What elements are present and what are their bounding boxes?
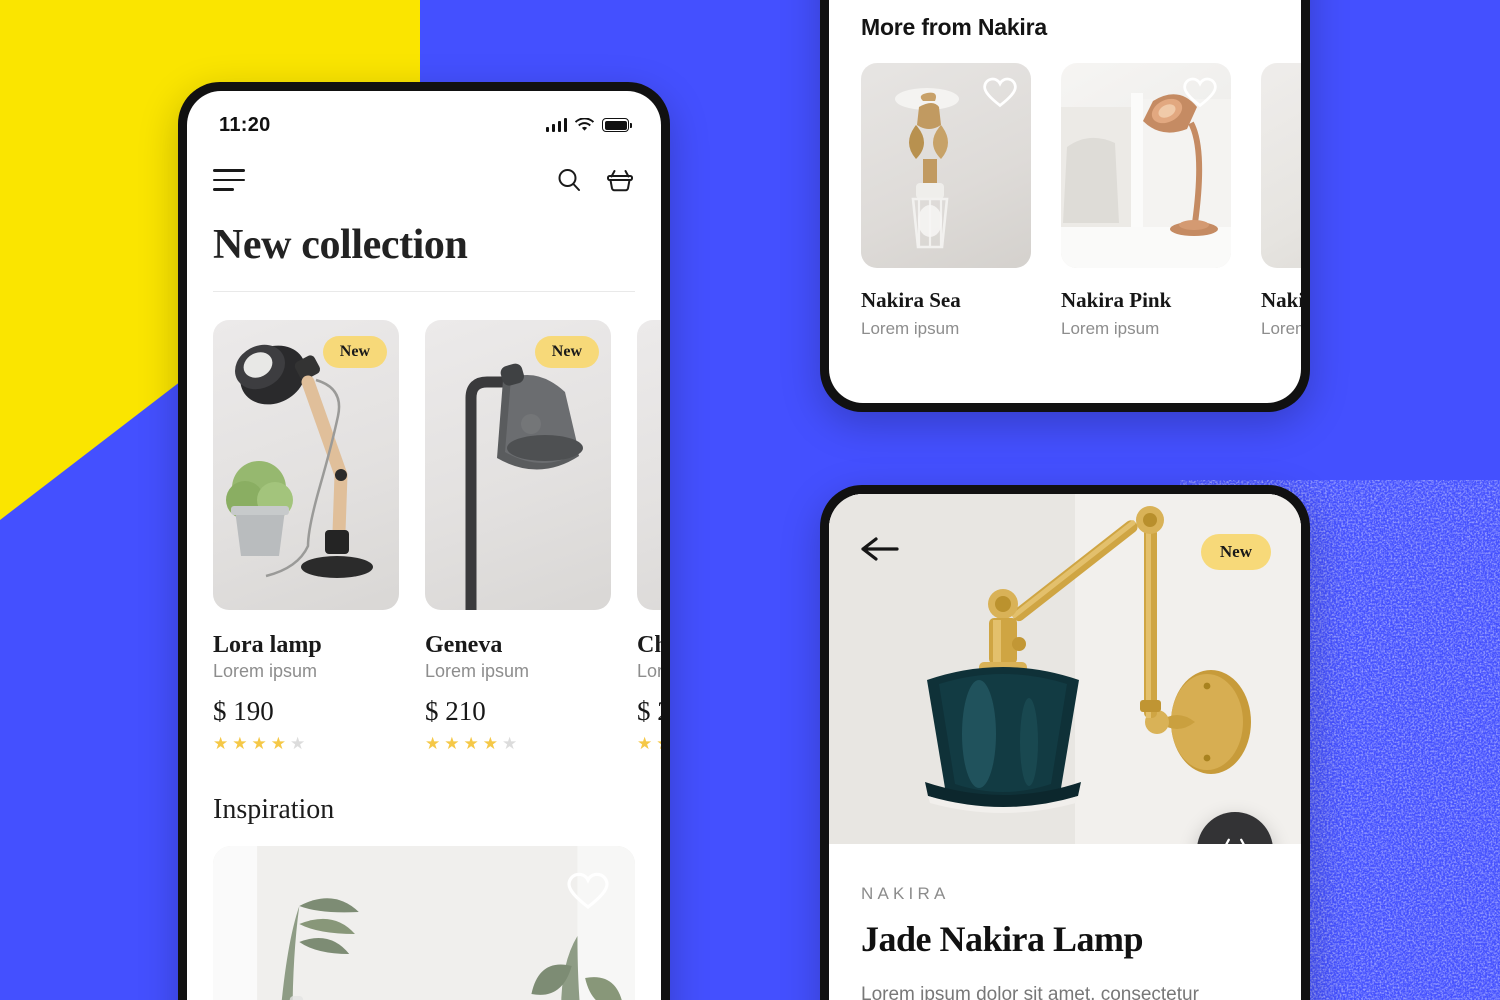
status-badge: New [322, 336, 387, 368]
star-icon: ★ [290, 734, 306, 753]
more-from-screen: More from Nakira Nakira Sea Lorem ipsum … [829, 0, 1301, 403]
product-detail-screen: New NAKIRA Jade Nakira Lamp Lorem ipsum … [829, 494, 1301, 1000]
star-icon: ★ [270, 734, 286, 753]
star-icon: ★ [656, 735, 661, 752]
page-title: New collection [213, 222, 468, 268]
star-icon: ★ [251, 734, 267, 753]
product-card[interactable]: New Geneva Lorem ipsum $ 210 ★ ★ ★ ★ ★ [425, 320, 611, 752]
star-icon: ★ [463, 734, 479, 753]
phone-more-from-screen: More from Nakira Nakira Sea Lorem ipsum … [820, 0, 1310, 412]
product-image[interactable]: New [213, 320, 399, 610]
brand-label: NAKIRA [861, 884, 950, 903]
app-bar-actions [555, 166, 635, 194]
product-image[interactable]: New [425, 320, 611, 610]
status-icons [545, 118, 632, 132]
inspiration-image[interactable] [213, 846, 635, 1000]
product-card[interactable]: Christine Lorem ipsum $ 210 ★★★★★ [637, 320, 661, 752]
detail-hero-image: New [829, 494, 1301, 844]
product-name: Lora lamp [213, 632, 322, 658]
rating-stars: ★★★★★ [425, 735, 611, 752]
product-price: $ 210 [637, 696, 661, 726]
item-name: Nakira Pink [1061, 288, 1172, 312]
product-card[interactable]: New Lora lamp Lorem ipsum $ 190 ★ ★ ★ ★ … [213, 320, 399, 752]
basket-icon[interactable] [605, 166, 635, 194]
phone-detail-screen: New NAKIRA Jade Nakira Lamp Lorem ipsum … [820, 485, 1310, 1000]
star-icon: ★ [213, 734, 229, 753]
home-content: New collection New Lora lamp Lorem ipsum… [187, 221, 661, 1000]
item-subtitle: Lorem ipsum [1061, 319, 1160, 338]
wifi-icon [575, 118, 594, 131]
item-subtitle: Lorem ipsum [1261, 319, 1301, 338]
star-icon: ★ [425, 734, 441, 753]
detail-content: NAKIRA Jade Nakira Lamp Lorem ipsum dolo… [829, 844, 1301, 1000]
item-subtitle: Lorem ipsum [861, 319, 960, 338]
product-rail[interactable]: New Lora lamp Lorem ipsum $ 190 ★ ★ ★ ★ … [213, 320, 661, 752]
product-subtitle: Lorem ipsum [213, 661, 318, 681]
status-badge: New [534, 336, 599, 368]
status-time: 11:20 [219, 113, 271, 136]
status-bar: 11:20 [187, 91, 661, 147]
heart-outline-icon[interactable] [567, 872, 609, 910]
heart-outline-icon[interactable] [1183, 77, 1217, 108]
item-image[interactable] [1261, 63, 1301, 268]
star-icon: ★ [482, 734, 498, 753]
app-bar [187, 147, 661, 213]
star-icon: ★ [444, 734, 460, 753]
rating-stars: ★★★★★ [213, 735, 399, 752]
section-title-more-from: More from Nakira [861, 14, 1047, 40]
product-description: Lorem ipsum dolor sit amet, consectetur … [861, 984, 1199, 1000]
product-price: $ 190 [213, 696, 274, 726]
product-subtitle: Lorem ipsum [425, 661, 530, 681]
search-icon[interactable] [555, 166, 583, 194]
star-icon: ★ [232, 734, 248, 753]
cellular-signal-icon [545, 118, 567, 132]
more-from-content: More from Nakira Nakira Sea Lorem ipsum … [829, 0, 1301, 403]
item-name: Nakira Sea [861, 288, 961, 312]
product-price: $ 210 [425, 696, 486, 726]
home-screen: 11:20 New collection New Lora lamp Lorem… [187, 91, 661, 1000]
phone-home-screen: 11:20 New collection New Lora lamp Lorem… [178, 82, 670, 1000]
lamp-illustration [1261, 63, 1301, 268]
arrow-left-icon[interactable] [859, 534, 901, 564]
star-icon: ★ [502, 734, 518, 753]
inspiration-illustration [213, 846, 635, 1000]
list-item[interactable]: Nakira Gold Lorem ipsum [1261, 63, 1301, 339]
status-badge: New [1200, 534, 1271, 570]
section-title-inspiration: Inspiration [213, 794, 335, 825]
product-subtitle: Lorem ipsum [637, 661, 661, 681]
basket-icon [1225, 838, 1245, 844]
product-name: Geneva [425, 632, 503, 658]
item-image[interactable] [861, 63, 1031, 268]
list-item[interactable]: Nakira Sea Lorem ipsum [861, 63, 1031, 339]
hamburger-menu-icon[interactable] [213, 169, 247, 191]
item-image[interactable] [1061, 63, 1231, 268]
list-item[interactable]: Nakira Pink Lorem ipsum [1061, 63, 1231, 339]
heart-outline-icon[interactable] [983, 77, 1017, 108]
product-image[interactable] [637, 320, 661, 610]
battery-icon [602, 118, 632, 132]
product-name: Christine [637, 632, 661, 658]
title-divider [213, 291, 635, 292]
more-from-rail[interactable]: Nakira Sea Lorem ipsum Nakira Pink Lorem… [861, 63, 1301, 339]
rating-stars: ★★★★★ [637, 735, 661, 752]
item-name: Nakira Gold [1261, 288, 1301, 312]
star-icon: ★ [637, 734, 653, 753]
lamp-illustration [637, 320, 661, 610]
product-title: Jade Nakira Lamp [861, 919, 1144, 959]
